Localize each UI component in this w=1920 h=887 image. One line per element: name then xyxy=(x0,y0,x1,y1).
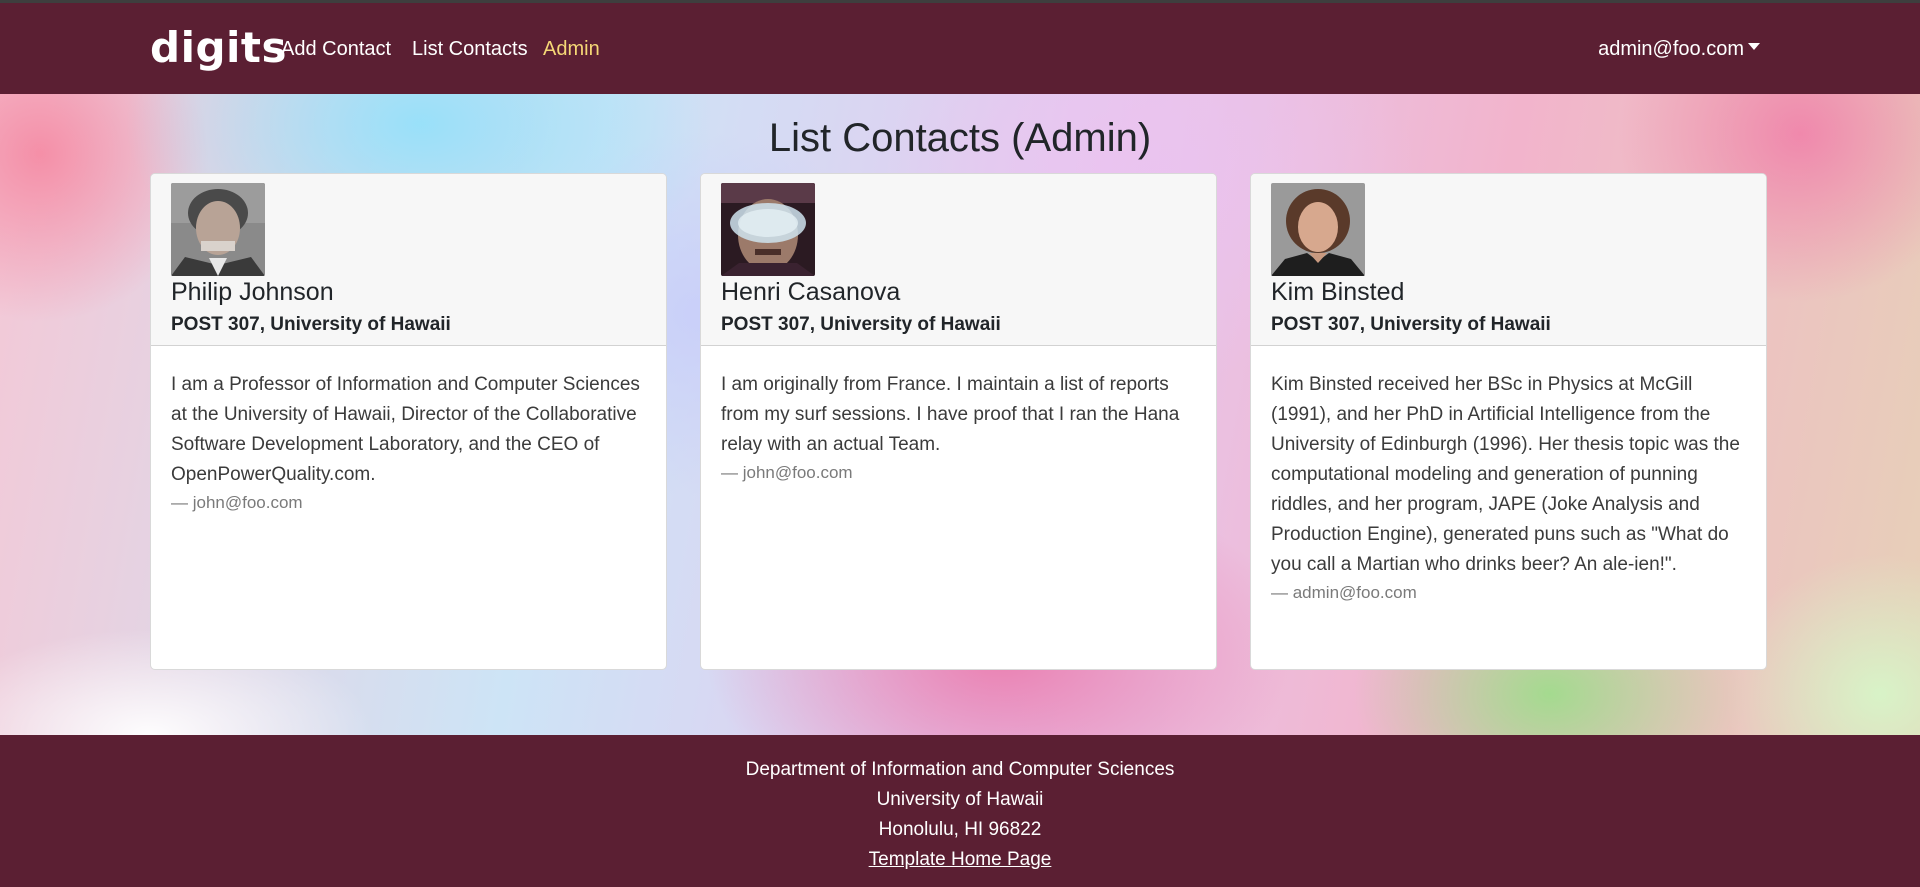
template-home-link[interactable]: Template Home Page xyxy=(869,849,1052,870)
card-body: I am a Professor of Information and Comp… xyxy=(171,370,648,516)
contact-address: POST 307, University of Hawaii xyxy=(721,314,1001,335)
contact-address: POST 307, University of Hawaii xyxy=(1271,314,1551,335)
card-body: Kim Binsted received her BSc in Physics … xyxy=(1271,370,1748,606)
card-body: I am originally from France. I maintain … xyxy=(721,370,1198,486)
contact-card: Henri Casanova POST 307, University of H… xyxy=(700,173,1217,670)
user-email: admin@foo.com xyxy=(1598,38,1744,60)
caret-down-icon xyxy=(1748,43,1760,51)
contact-card: Kim Binsted POST 307, University of Hawa… xyxy=(1250,173,1767,670)
nav-admin[interactable]: Admin xyxy=(543,38,600,61)
avatar-image xyxy=(171,183,265,276)
card-header: Kim Binsted POST 307, University of Hawa… xyxy=(1251,174,1766,346)
card-header: Henri Casanova POST 307, University of H… xyxy=(701,174,1216,346)
user-dropdown[interactable]: admin@foo.com xyxy=(1598,38,1760,61)
nav-list-contacts[interactable]: List Contacts xyxy=(412,38,528,61)
contact-owner: — john@foo.com xyxy=(721,463,853,482)
footer-link-row: Template Home Page xyxy=(0,849,1920,871)
footer-city: Honolulu, HI 96822 xyxy=(878,819,1042,840)
navbar: digits Add Contact List Contacts Admin a… xyxy=(0,3,1920,94)
main-content: List Contacts (Admin) Philip Johnson POS… xyxy=(0,94,1920,735)
avatar-image xyxy=(1271,183,1365,276)
footer: Department of Information and Computer S… xyxy=(0,735,1920,887)
contact-address: POST 307, University of Hawaii xyxy=(171,314,451,335)
contact-card: Philip Johnson POST 307, University of H… xyxy=(150,173,667,670)
page-title: List Contacts (Admin) xyxy=(768,116,1152,160)
contact-name: Henri Casanova xyxy=(721,278,901,306)
contact-owner: — admin@foo.com xyxy=(1271,583,1417,602)
avatar-image xyxy=(721,183,815,276)
footer-university: University of Hawaii xyxy=(876,789,1044,810)
nav-add-contact[interactable]: Add Contact xyxy=(281,38,391,61)
footer-department: Department of Information and Computer S… xyxy=(745,759,1175,780)
contact-name: Kim Binsted xyxy=(1271,278,1405,306)
contact-owner: — john@foo.com xyxy=(171,493,303,512)
brand-logo[interactable]: digits xyxy=(150,23,287,72)
contact-description: Kim Binsted received her BSc in Physics … xyxy=(1271,374,1740,575)
contact-description: I am a Professor of Information and Comp… xyxy=(171,374,640,485)
contact-name: Philip Johnson xyxy=(171,278,334,306)
contact-description: I am originally from France. I maintain … xyxy=(721,374,1180,455)
card-header: Philip Johnson POST 307, University of H… xyxy=(151,174,666,346)
